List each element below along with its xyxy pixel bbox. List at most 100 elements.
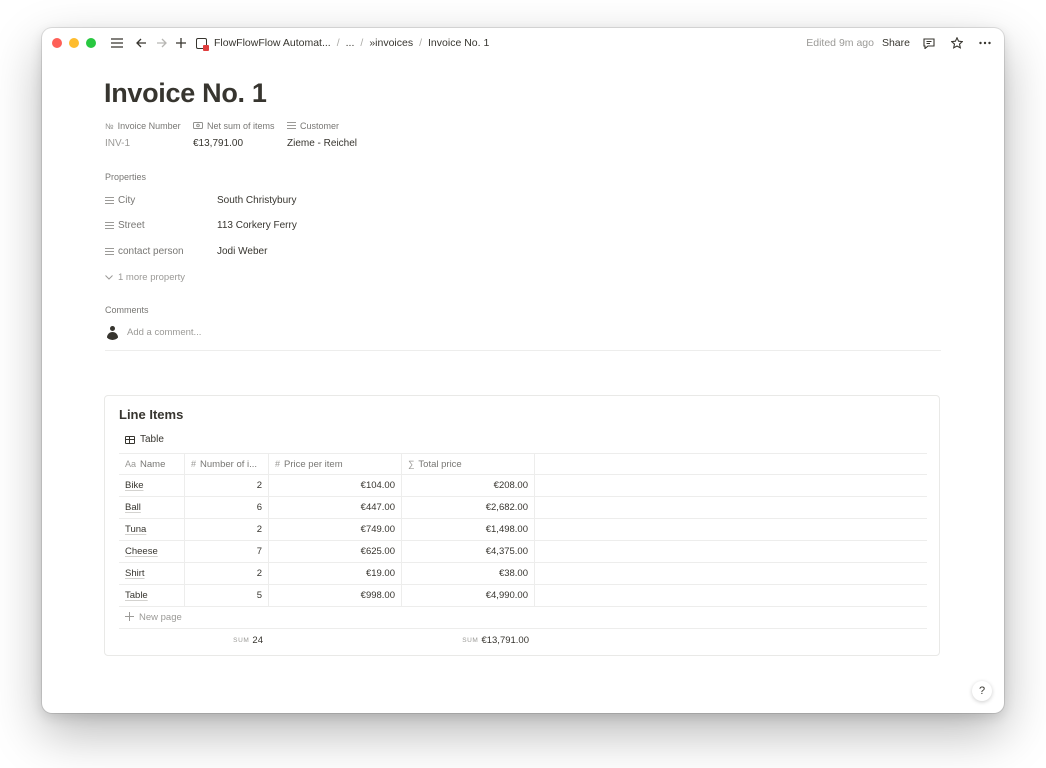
row-name[interactable]: Table bbox=[125, 590, 148, 601]
back-arrow-icon[interactable] bbox=[132, 34, 150, 52]
property-row-street[interactable]: Street 113 Corkery Ferry bbox=[105, 220, 297, 231]
calc-sum-total[interactable]: SUM €13,791.00 bbox=[402, 629, 535, 651]
cell-name[interactable]: Cheese bbox=[119, 541, 185, 562]
breadcrumb-workspace[interactable]: FlowFlowFlow Automat... bbox=[212, 37, 333, 49]
property-value[interactable]: South Christybury bbox=[217, 195, 296, 206]
cell-price[interactable]: €998.00 bbox=[269, 585, 402, 606]
cell-total[interactable]: €1,498.00 bbox=[402, 519, 535, 540]
favorite-star-icon[interactable] bbox=[948, 34, 966, 52]
table-row[interactable]: Bike 2 €104.00 €208.00 bbox=[119, 475, 927, 497]
text-lines-icon bbox=[287, 122, 296, 130]
row-name[interactable]: Ball bbox=[125, 502, 141, 513]
cell-price[interactable]: €749.00 bbox=[269, 519, 402, 540]
formula-sigma-icon: ∑ bbox=[408, 459, 415, 469]
sum-value: 24 bbox=[252, 634, 263, 646]
customer-value[interactable]: Zieme - Reichel bbox=[287, 138, 357, 149]
comment-icon[interactable] bbox=[920, 34, 938, 52]
breadcrumb-database[interactable]: »invoices bbox=[367, 37, 415, 49]
row-name[interactable]: Shirt bbox=[125, 568, 145, 579]
column-label: Number of i... bbox=[200, 458, 258, 470]
cell-total[interactable]: €38.00 bbox=[402, 563, 535, 584]
new-page-button[interactable]: New page bbox=[119, 607, 927, 629]
net-sum-value[interactable]: €13,791.00 bbox=[193, 138, 287, 149]
property-value[interactable]: Jodi Weber bbox=[217, 246, 267, 257]
row-name[interactable]: Cheese bbox=[125, 546, 158, 557]
cell-price[interactable]: €625.00 bbox=[269, 541, 402, 562]
cell-total[interactable]: €208.00 bbox=[402, 475, 535, 496]
forward-arrow-icon[interactable] bbox=[152, 34, 170, 52]
breadcrumb-ellipsis[interactable]: ... bbox=[344, 37, 357, 49]
help-icon: ? bbox=[978, 685, 986, 697]
cell-quantity[interactable]: 7 bbox=[185, 541, 269, 562]
cell-name[interactable]: Shirt bbox=[119, 563, 185, 584]
comment-input[interactable]: Add a comment... bbox=[105, 325, 201, 340]
workspace-logo-icon bbox=[196, 37, 209, 51]
cell-name[interactable]: Bike bbox=[119, 475, 185, 496]
cell-price[interactable]: €447.00 bbox=[269, 497, 402, 518]
table-row[interactable]: Shirt 2 €19.00 €38.00 bbox=[119, 563, 927, 585]
calculation-row: SUM 24 SUM €13,791.00 bbox=[119, 629, 927, 651]
new-page-plus-icon[interactable] bbox=[172, 34, 190, 52]
column-header-total[interactable]: ∑ Total price bbox=[402, 454, 535, 474]
cell-empty bbox=[535, 563, 927, 584]
table-row[interactable]: Cheese 7 €625.00 €4,375.00 bbox=[119, 541, 927, 563]
cell-quantity[interactable]: 5 bbox=[185, 585, 269, 606]
property-name: contact person bbox=[105, 246, 217, 257]
cell-quantity[interactable]: 2 bbox=[185, 563, 269, 584]
cell-empty bbox=[535, 519, 927, 540]
column-header-name[interactable]: Aa Name bbox=[119, 454, 185, 474]
cell-quantity[interactable]: 2 bbox=[185, 519, 269, 540]
table-row[interactable]: Ball 6 €447.00 €2,682.00 bbox=[119, 497, 927, 519]
table-row[interactable]: Table 5 €998.00 €4,990.00 bbox=[119, 585, 927, 607]
text-lines-icon bbox=[105, 196, 114, 205]
invoice-number-value[interactable]: INV-1 bbox=[105, 138, 193, 149]
cell-name[interactable]: Tuna bbox=[119, 519, 185, 540]
table-row[interactable]: Tuna 2 €749.00 €1,498.00 bbox=[119, 519, 927, 541]
calc-cell-empty bbox=[269, 629, 402, 651]
property-row-city[interactable]: City South Christybury bbox=[105, 195, 296, 206]
database-title[interactable]: Line Items bbox=[119, 407, 183, 422]
text-lines-icon bbox=[105, 247, 114, 256]
customer-label[interactable]: Customer bbox=[287, 121, 339, 131]
sum-label: SUM bbox=[462, 636, 479, 644]
text-lines-icon bbox=[105, 221, 114, 230]
sum-label: SUM bbox=[233, 636, 250, 644]
column-header-quantity[interactable]: # Number of i... bbox=[185, 454, 269, 474]
top-bar-actions: Edited 9m ago Share bbox=[806, 34, 994, 52]
page-title[interactable]: Invoice No. 1 bbox=[104, 78, 267, 109]
header-properties-labels: № Invoice Number Net sum of items Custom… bbox=[105, 121, 339, 131]
close-window-button[interactable] bbox=[52, 38, 62, 48]
app-window: FlowFlowFlow Automat... / ... / »invoice… bbox=[42, 28, 1004, 713]
column-header-price[interactable]: # Price per item bbox=[269, 454, 402, 474]
property-value[interactable]: 113 Corkery Ferry bbox=[217, 220, 297, 231]
zoom-window-button[interactable] bbox=[86, 38, 96, 48]
number-type-icon: # bbox=[191, 459, 197, 469]
cell-name[interactable]: Table bbox=[119, 585, 185, 606]
invoice-number-label[interactable]: № Invoice Number bbox=[105, 121, 193, 131]
net-sum-label[interactable]: Net sum of items bbox=[193, 121, 287, 131]
more-options-icon[interactable] bbox=[976, 34, 994, 52]
more-property-toggle[interactable]: 1 more property bbox=[105, 272, 185, 283]
cell-price[interactable]: €19.00 bbox=[269, 563, 402, 584]
breadcrumb-page[interactable]: Invoice No. 1 bbox=[426, 37, 491, 49]
property-label: Street bbox=[118, 220, 145, 231]
cell-total[interactable]: €2,682.00 bbox=[402, 497, 535, 518]
minimize-window-button[interactable] bbox=[69, 38, 79, 48]
calc-sum-quantity[interactable]: SUM 24 bbox=[185, 629, 269, 651]
cell-total[interactable]: €4,990.00 bbox=[402, 585, 535, 606]
cell-quantity[interactable]: 2 bbox=[185, 475, 269, 496]
share-button[interactable]: Share bbox=[882, 37, 910, 49]
cell-quantity[interactable]: 6 bbox=[185, 497, 269, 518]
chevron-down-icon bbox=[105, 272, 113, 283]
row-name[interactable]: Tuna bbox=[125, 524, 146, 535]
properties-heading: Properties bbox=[105, 172, 147, 182]
row-name[interactable]: Bike bbox=[125, 480, 143, 491]
sidebar-menu-icon[interactable] bbox=[108, 34, 126, 52]
cell-price[interactable]: €104.00 bbox=[269, 475, 402, 496]
header-properties-values: INV-1 €13,791.00 Zieme - Reichel bbox=[105, 138, 357, 149]
property-row-contact-person[interactable]: contact person Jodi Weber bbox=[105, 246, 267, 257]
cell-name[interactable]: Ball bbox=[119, 497, 185, 518]
tab-table-view[interactable]: Table bbox=[125, 434, 164, 445]
help-button[interactable]: ? bbox=[972, 681, 992, 701]
cell-total[interactable]: €4,375.00 bbox=[402, 541, 535, 562]
